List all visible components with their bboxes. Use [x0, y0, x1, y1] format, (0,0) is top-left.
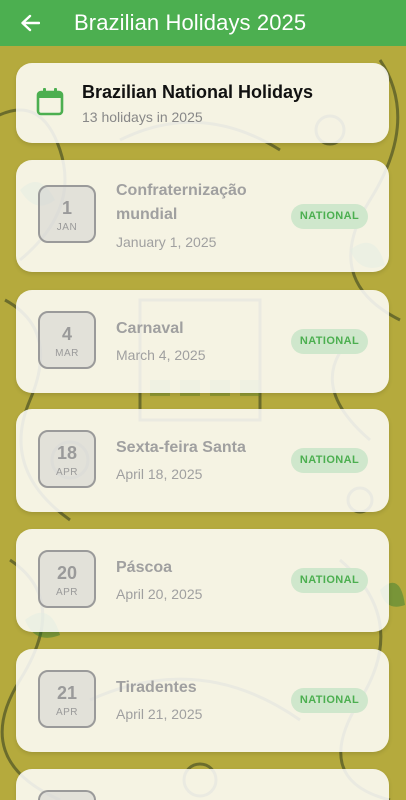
holiday-name: Páscoa [116, 559, 173, 576]
holiday-card[interactable]: 20 APR Páscoa April 20, 2025 NATIONAL [16, 529, 389, 632]
summary-subtitle: 13 holidays in 2025 [82, 109, 203, 125]
holiday-type-badge: NATIONAL [291, 204, 368, 229]
arrow-left-icon [21, 14, 40, 32]
holiday-type-badge: NATIONAL [291, 329, 368, 354]
holiday-card[interactable]: 1 JAN Confraternização mundial January 1… [16, 160, 389, 272]
holiday-card-partial[interactable] [16, 769, 389, 800]
date-day: 18 [56, 443, 78, 463]
date-day: 1 [61, 198, 72, 218]
date-month: APR [55, 707, 79, 718]
holiday-date: April 20, 2025 [116, 586, 203, 602]
calendar-icon [35, 87, 65, 122]
holiday-card[interactable]: 21 APR Tiradentes April 21, 2025 NATIONA… [16, 649, 389, 752]
holiday-type-badge: NATIONAL [291, 568, 368, 593]
holiday-date: January 1, 2025 [116, 234, 217, 250]
date-month: APR [55, 587, 79, 598]
date-month: JAN [56, 222, 78, 233]
back-button[interactable] [16, 9, 44, 37]
holiday-date: March 4, 2025 [116, 347, 206, 363]
date-box: 21 APR [38, 670, 96, 728]
date-box: 20 APR [38, 550, 96, 608]
holiday-date: April 18, 2025 [116, 466, 203, 482]
holiday-name: Carnaval [116, 320, 184, 337]
date-box: 18 APR [38, 430, 96, 488]
date-month: MAR [55, 348, 79, 359]
date-day: 20 [56, 563, 78, 583]
summary-card: Brazilian National Holidays 13 holidays … [16, 63, 389, 143]
date-box: 4 MAR [38, 311, 96, 369]
summary-title: Brazilian National Holidays [82, 82, 314, 102]
date-month: APR [55, 467, 79, 478]
page-title: Brazilian Holidays 2025 [74, 10, 307, 35]
date-day: 21 [56, 683, 78, 703]
holiday-name: Confraternização mundial [116, 182, 247, 223]
holiday-card[interactable]: 4 MAR Carnaval March 4, 2025 NATIONAL [16, 290, 389, 393]
date-box [38, 790, 96, 800]
holiday-type-badge: NATIONAL [291, 448, 368, 473]
holiday-name: Sexta-feira Santa [116, 439, 246, 456]
holiday-name: Tiradentes [116, 679, 197, 696]
date-day: 4 [61, 324, 72, 344]
app-bar: Brazilian Holidays 2025 [0, 0, 406, 46]
holiday-card[interactable]: 18 APR Sexta-feira Santa April 18, 2025 … [16, 409, 389, 512]
holiday-type-badge: NATIONAL [291, 688, 368, 713]
holiday-date: April 21, 2025 [116, 706, 203, 722]
date-box: 1 JAN [38, 185, 96, 243]
